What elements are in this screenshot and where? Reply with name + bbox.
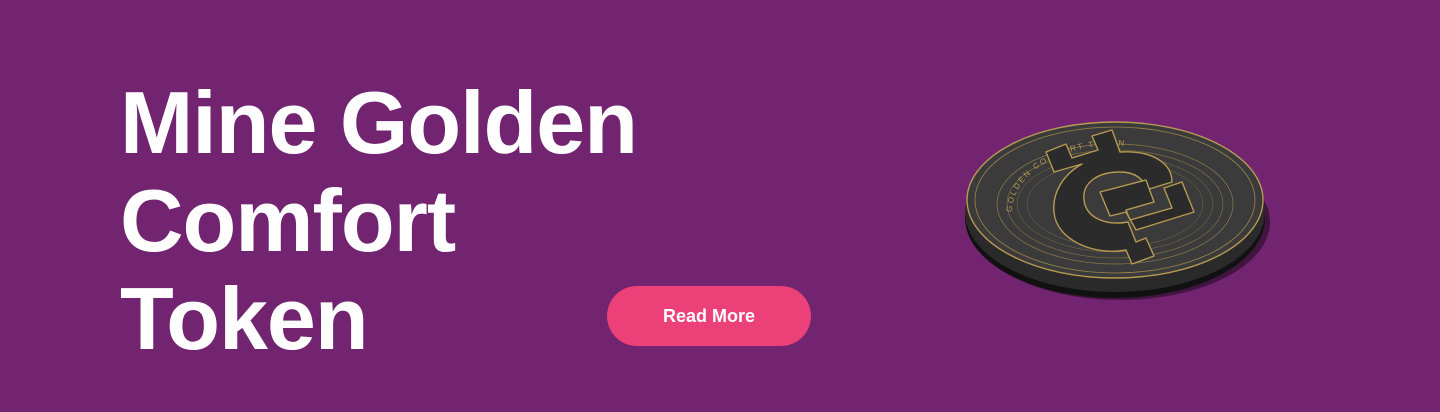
hero-banner: Mine Golden Comfort Token Read More GOLD… [0,0,1440,412]
hero-title-line-1: Mine Golden [120,73,638,172]
hero-title: Mine Golden Comfort Token [120,73,638,368]
hero-title-line-3: Token [120,269,369,368]
hero-title-line-2: Comfort [120,171,456,270]
token-coin-image: GOLDEN COMFORT TOKEN [965,121,1270,300]
read-more-button[interactable]: Read More [607,286,811,346]
